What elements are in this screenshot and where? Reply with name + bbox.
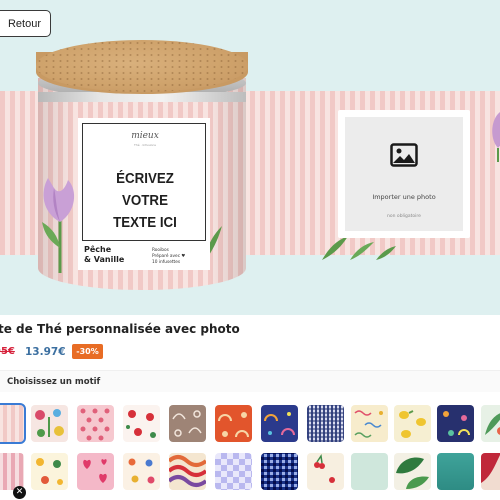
photo-upload-panel[interactable]: Importer une photo non obligatoire <box>338 110 470 238</box>
motif-swatch-abstract-red[interactable] <box>481 453 500 490</box>
motif-swatch-boho-navy[interactable] <box>437 405 474 442</box>
motif-swatch-squiggles-cream[interactable] <box>351 405 388 442</box>
headline-line-2: TEXTE ICI <box>113 215 177 231</box>
motif-heading: Choisissez un motif <box>7 377 101 387</box>
motif-swatch-flowers-cream[interactable] <box>123 453 160 490</box>
product-title: te de Thé personnalisée avec photo <box>0 322 240 336</box>
original-price: 95€ <box>0 346 15 357</box>
motif-swatch-grid-navy[interactable] <box>261 453 298 490</box>
product-preview: Importer une photo non obligatoire mieux… <box>0 0 500 315</box>
motif-swatch-tulips[interactable] <box>31 405 68 442</box>
tin-label[interactable]: mieux Thé · Infusions ÉCRIVEZ VOTRE TEXT… <box>78 118 210 270</box>
motif-swatch-rainbows-navy[interactable] <box>261 405 298 442</box>
tulip-decoration <box>42 178 75 273</box>
details-line-3: 10 infusettes <box>152 260 181 265</box>
motif-swatch-checker-lavender[interactable] <box>215 453 252 490</box>
close-icon[interactable]: ✕ <box>13 486 26 499</box>
brand-logo: mieux <box>131 131 159 141</box>
tea-details: Rooibos Préparé avec ♥ 10 infusettes <box>152 248 185 266</box>
tulip-decoration <box>492 112 500 162</box>
motif-section-header: Choisissez un motif <box>0 370 500 392</box>
motif-swatch-tropical-green[interactable] <box>481 405 500 442</box>
motif-swatch-monstera-leaves[interactable] <box>394 453 431 490</box>
label-text-frame[interactable]: mieux Thé · Infusions ÉCRIVEZ VOTRE TEXT… <box>82 123 206 241</box>
motif-swatch-solid-mint[interactable] <box>351 453 388 490</box>
motif-swatch-stripes-pink[interactable] <box>0 403 26 444</box>
motif-swatch-boho-taupe[interactable] <box>169 405 206 442</box>
upload-photo-label: Importer une photo <box>372 193 436 201</box>
image-icon <box>390 143 418 167</box>
photo-upload-dropzone[interactable]: Importer une photo non obligatoire <box>345 117 463 231</box>
discount-badge: -30% <box>72 344 103 359</box>
flavor-line-2: & Vanille <box>84 255 125 264</box>
motif-swatch-hearts-pink[interactable] <box>77 405 114 442</box>
back-button[interactable]: Retour <box>0 10 51 37</box>
headline-line-1: ÉCRIVEZ VOTRE <box>116 171 174 209</box>
motif-swatch-fruits-yellow[interactable] <box>31 453 68 490</box>
motif-swatch-hearts-red[interactable] <box>77 453 114 490</box>
motif-swatch-cherries-cream[interactable] <box>307 453 344 490</box>
custom-text-placeholder[interactable]: ÉCRIVEZ VOTRE TEXTE ICI <box>92 168 199 234</box>
brand-tagline: Thé · Infusions <box>134 143 156 147</box>
flavor-name: Pêche & Vanille <box>84 245 124 265</box>
cork-texture <box>36 40 248 92</box>
motif-swatch-flowers-red[interactable] <box>123 405 160 442</box>
motif-swatch-lemons[interactable] <box>394 405 431 442</box>
motif-swatch-waves-retro[interactable] <box>169 453 206 490</box>
flavor-line-1: Pêche <box>84 245 112 254</box>
motif-swatch-stripes-pink-2[interactable] <box>0 453 24 490</box>
motif-swatch-gingham-navy[interactable] <box>307 405 344 442</box>
product-customizer: Importer une photo non obligatoire mieux… <box>0 0 500 500</box>
upload-optional-note: non obligatoire <box>387 214 421 219</box>
motif-swatch-solid-teal[interactable] <box>437 453 474 490</box>
sale-price: 13.97€ <box>25 346 66 358</box>
motif-swatch-rainbows-orange[interactable] <box>215 405 252 442</box>
